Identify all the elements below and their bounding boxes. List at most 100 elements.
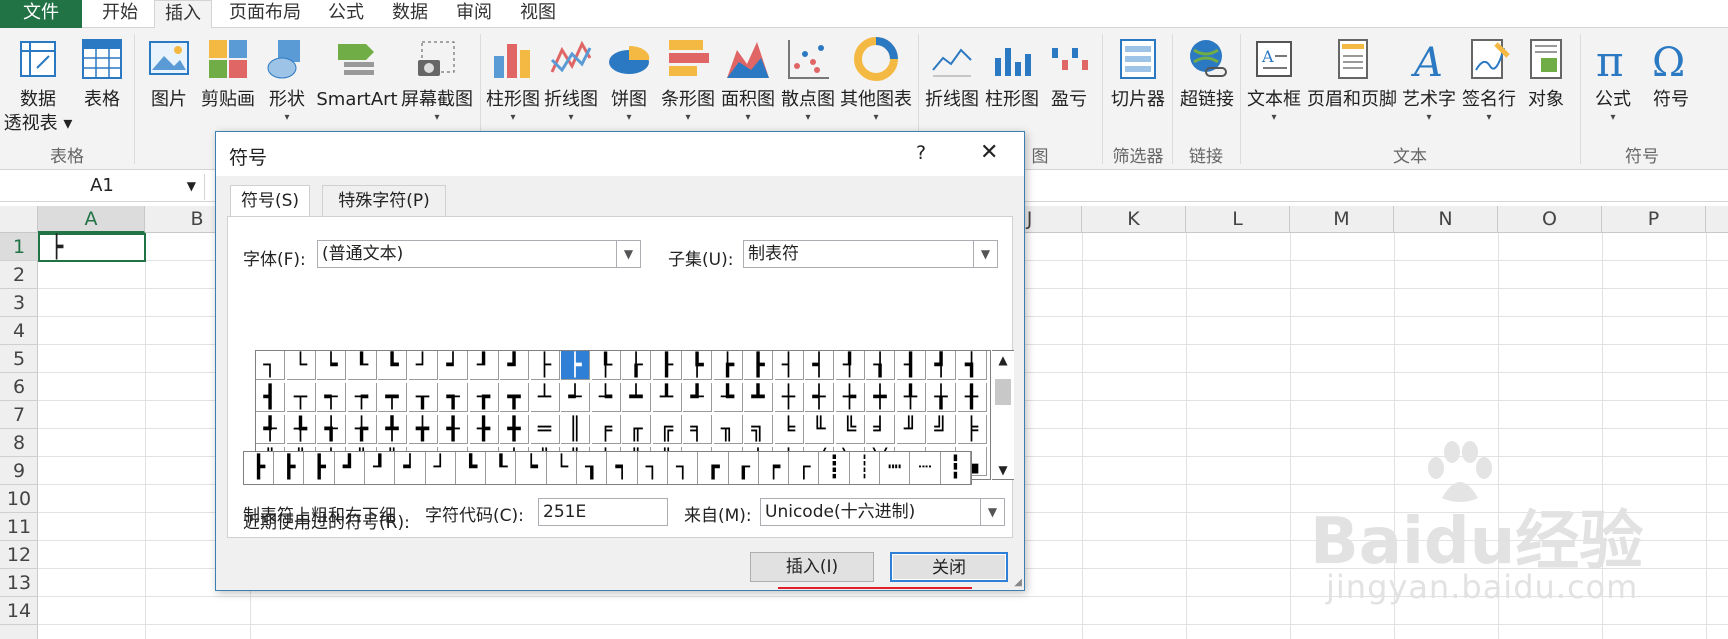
- symbol-cell[interactable]: ╗: [744, 415, 773, 444]
- symbol-cell[interactable]: ┢: [713, 351, 743, 380]
- scroll-down-icon[interactable]: ▼: [992, 463, 1014, 477]
- symbol-cell[interactable]: ┪: [957, 351, 987, 380]
- symbol-cell[interactable]: ╖: [713, 415, 743, 444]
- symbol-cell[interactable]: ╒: [591, 415, 621, 444]
- symbol-cell[interactable]: ╊: [469, 415, 499, 444]
- symbol-cell[interactable]: ┲: [469, 383, 499, 412]
- close-button[interactable]: 关闭: [890, 552, 1008, 582]
- symbol-cell[interactable]: ┬: [286, 383, 316, 412]
- column-header-n[interactable]: N: [1394, 206, 1498, 233]
- symbol-cell[interactable]: ╚: [835, 415, 865, 444]
- symbol-cell[interactable]: ╀: [896, 383, 926, 412]
- symbol-cell[interactable]: ┰: [408, 383, 438, 412]
- symbol-cell[interactable]: ╄: [286, 415, 316, 444]
- scroll-up-icon[interactable]: ▲: [992, 353, 1014, 367]
- tab-formulas[interactable]: 公式: [318, 0, 374, 28]
- recent-symbol-cell[interactable]: ┖: [486, 452, 517, 484]
- symbol-cell[interactable]: ┟: [622, 351, 651, 380]
- pivot-table-button[interactable]: 数据 透视表 ▾: [0, 32, 76, 152]
- symbol-cell[interactable]: ╉: [439, 415, 468, 444]
- textbox-button[interactable]: A 文本框 ▾: [1244, 32, 1304, 152]
- header-footer-button[interactable]: 页眉和页脚: [1304, 32, 1400, 152]
- row-header-2[interactable]: 2: [0, 261, 38, 289]
- row-header-12[interactable]: 12: [0, 541, 38, 569]
- row-header-7[interactable]: 7: [0, 401, 38, 429]
- row-header-6[interactable]: 6: [0, 373, 38, 401]
- close-icon[interactable]: ✕: [980, 140, 998, 165]
- symbol-cell[interactable]: ╃: [256, 415, 285, 444]
- scrollbar-thumb[interactable]: [995, 379, 1011, 405]
- cell-a1[interactable]: ┝: [38, 233, 146, 262]
- tab-symbols[interactable]: 符号(S): [230, 185, 310, 219]
- symbol-cell[interactable]: ┻: [744, 383, 773, 412]
- recent-symbol-cell[interactable]: ┚: [365, 452, 396, 484]
- recent-symbol-cell[interactable]: ┏: [699, 452, 729, 484]
- symbol-cell[interactable]: ╝: [927, 415, 956, 444]
- row-header-1[interactable]: 1: [0, 233, 38, 261]
- symbol-cell[interactable]: ┥: [805, 351, 834, 380]
- signature-button[interactable]: 签名行 ▾: [1458, 32, 1520, 152]
- symbol-cell[interactable]: ┵: [561, 383, 590, 412]
- row-header-14[interactable]: 14: [0, 597, 38, 625]
- symbol-cell[interactable]: ┐: [256, 351, 285, 380]
- tab-insert[interactable]: 插入: [154, 0, 212, 29]
- recent-symbol-cell[interactable]: ┎: [729, 452, 759, 484]
- insert-button[interactable]: 插入(I): [750, 552, 874, 582]
- symbol-cell[interactable]: ┾: [835, 383, 865, 412]
- symbol-cell[interactable]: ┤: [774, 351, 804, 380]
- wordart-button[interactable]: A 艺术字 ▾: [1400, 32, 1458, 152]
- row-header-8[interactable]: 8: [0, 429, 38, 457]
- symbol-cell[interactable]: ┿: [866, 383, 895, 412]
- resize-grip-icon[interactable]: ◢: [1014, 577, 1022, 588]
- symbol-cell[interactable]: ┺: [713, 383, 743, 412]
- recent-symbol-cell[interactable]: ┈: [911, 452, 941, 484]
- symbol-cell[interactable]: ┱: [439, 383, 468, 412]
- symbol-cell[interactable]: ╇: [378, 415, 407, 444]
- column-header-k[interactable]: K: [1082, 206, 1186, 233]
- recent-symbol-cell[interactable]: ┉: [880, 452, 911, 484]
- chevron-down-icon[interactable]: ▼: [616, 241, 640, 267]
- symbol-cell[interactable]: ┗: [378, 351, 407, 380]
- symbol-cell[interactable]: ├: [530, 351, 560, 380]
- equation-button[interactable]: π 公式 ▾: [1584, 32, 1642, 152]
- symbol-cell[interactable]: ╂: [957, 383, 987, 412]
- recent-symbol-cell[interactable]: ┣: [244, 452, 274, 484]
- symbol-cell[interactable]: ┧: [866, 351, 895, 380]
- symbol-cell[interactable]: ┯: [378, 383, 407, 412]
- recent-symbol-cell[interactable]: ┊: [850, 452, 880, 484]
- picture-button[interactable]: 图片: [144, 32, 194, 152]
- symbol-cell[interactable]: ╙: [805, 415, 834, 444]
- recent-symbol-cell[interactable]: ┛: [335, 452, 365, 484]
- symbol-cell[interactable]: ╛: [866, 415, 895, 444]
- recent-symbol-cell[interactable]: ┍: [759, 452, 790, 484]
- recent-symbol-cell[interactable]: ┣: [274, 452, 305, 484]
- select-all-corner[interactable]: [0, 206, 38, 233]
- symbol-cell[interactable]: ┠: [652, 351, 682, 380]
- symbol-cell[interactable]: ┶: [591, 383, 621, 412]
- recent-symbol-cell[interactable]: ┑: [608, 452, 638, 484]
- recent-symbol-cell[interactable]: ┇: [941, 452, 971, 484]
- recent-symbol-cell[interactable]: ┙: [396, 452, 426, 484]
- row-header-11[interactable]: 11: [0, 513, 38, 541]
- symbol-cell[interactable]: ╋: [500, 415, 529, 444]
- symbol-cell[interactable]: ╅: [317, 415, 346, 444]
- subset-select[interactable]: 制表符 ▼: [743, 240, 998, 268]
- symbol-cell[interactable]: ┹: [683, 383, 712, 412]
- symbol-cell[interactable]: ┳: [500, 383, 529, 412]
- symbol-cell[interactable]: ┷: [622, 383, 651, 412]
- column-header-m[interactable]: M: [1290, 206, 1394, 233]
- recent-symbol-cell[interactable]: ┕: [517, 452, 547, 484]
- recent-symbol-cell[interactable]: ┐: [638, 452, 668, 484]
- symbol-cell[interactable]: ╘: [774, 415, 804, 444]
- tab-view[interactable]: 视图: [510, 0, 566, 28]
- recent-symbols-row[interactable]: ┣ ┣ ┣ ┛ ┚ ┙ ┘ ┗ ┖ ┕ └ ┒ ┑ ┐ ┐ ┏ ┎ ┍ ┌ ┋ ┊ ┉ ┈ ┇: [243, 451, 972, 485]
- chevron-down-icon[interactable]: ▼: [980, 499, 1004, 525]
- symbol-grid-scrollbar[interactable]: ▲ ▼: [992, 350, 1014, 480]
- symbol-cell[interactable]: ═: [530, 415, 560, 444]
- symbol-cell[interactable]: ╆: [347, 415, 377, 444]
- symbol-cell[interactable]: ┛: [500, 351, 529, 380]
- row-header-13[interactable]: 13: [0, 569, 38, 597]
- symbol-cell[interactable]: ┝: [561, 351, 590, 380]
- symbol-cell[interactable]: ╓: [622, 415, 651, 444]
- symbol-cell[interactable]: ┦: [835, 351, 865, 380]
